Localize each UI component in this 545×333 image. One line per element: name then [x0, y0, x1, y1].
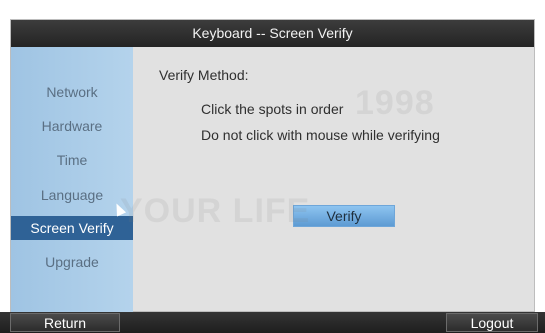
return-button[interactable]: Return	[10, 313, 120, 332]
sidebar-item-screen-verify-label: Screen Verify	[30, 220, 114, 236]
window-title: Keyboard -- Screen Verify	[11, 20, 534, 47]
main-panel: Verify Method: Click the spots in order …	[133, 47, 534, 311]
sidebar: Network Hardware Time Language Screen Ve…	[11, 47, 133, 312]
logout-button[interactable]: Logout	[446, 313, 538, 332]
sidebar-item-screen-verify[interactable]: Screen Verify	[11, 216, 133, 240]
verify-button[interactable]: Verify	[293, 205, 395, 227]
sidebar-item-time[interactable]: Time	[11, 148, 133, 172]
verify-method-label: Verify Method:	[159, 67, 249, 83]
sidebar-item-upgrade[interactable]: Upgrade	[11, 250, 133, 274]
instruction-order-text: Click the spots in order	[201, 101, 344, 117]
settings-window: Keyboard -- Screen Verify Network Hardwa…	[10, 19, 535, 312]
instruction-mouse-text: Do not click with mouse while verifying	[201, 127, 440, 143]
bottom-bar: Return Logout	[0, 312, 545, 333]
screen-root: Keyboard -- Screen Verify Network Hardwa…	[0, 0, 545, 333]
sidebar-item-network[interactable]: Network	[11, 80, 133, 104]
sidebar-item-hardware[interactable]: Hardware	[11, 114, 133, 138]
